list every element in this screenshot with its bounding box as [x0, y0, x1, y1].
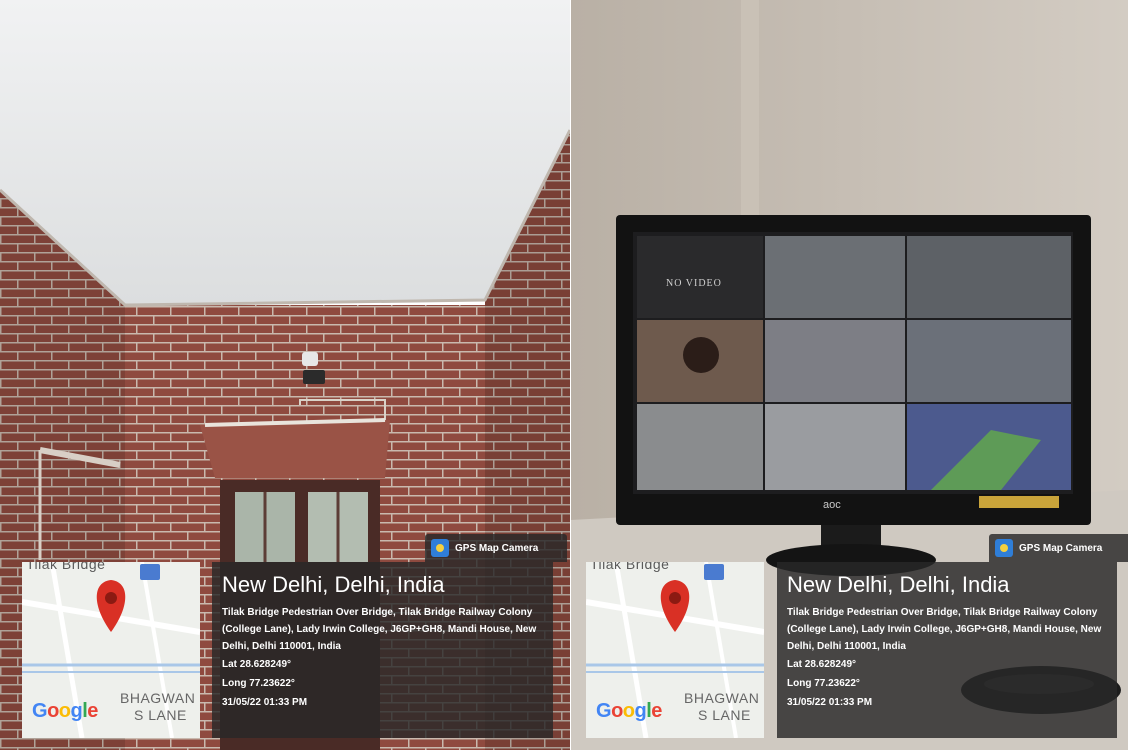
map-place-label-2: S LANE: [698, 707, 751, 723]
location-info-box: New Delhi, Delhi, India Tilak Bridge Ped…: [777, 562, 1117, 738]
google-letter: o: [622, 700, 635, 722]
gps-badge: GPS Map Camera: [425, 534, 567, 562]
google-logo: Google: [596, 700, 662, 723]
map-place-label-1: BHAGWAN: [684, 690, 760, 706]
google-letter: o: [611, 700, 623, 722]
google-letter: G: [596, 700, 612, 722]
camera-app-icon: [995, 539, 1013, 557]
camera-app-icon: [431, 539, 449, 557]
longitude-text: Long 77.23622°: [222, 678, 295, 689]
google-letter: o: [58, 700, 71, 722]
datetime-text: 31/05/22 01:33 PM: [222, 697, 308, 708]
map-thumbnail: Tilak Bridge BHAGWAN S LANE Google: [22, 562, 200, 738]
google-letter: o: [47, 700, 59, 722]
map-top-label: Tilak Bridge: [590, 562, 670, 572]
gps-badge-label: GPS Map Camera: [1019, 542, 1103, 554]
google-letter: G: [32, 700, 48, 722]
datetime-text: 31/05/22 01:33 PM: [787, 697, 873, 708]
address-text: Tilak Bridge Pedestrian Over Bridge, Til…: [222, 607, 537, 652]
google-letter: g: [634, 700, 647, 722]
left-photo-panel: GPS Map Camera Tilak Bridge BHAGWAN S LA…: [0, 0, 570, 750]
location-info-box: New Delhi, Delhi, India Tilak Bridge Ped…: [212, 562, 553, 738]
map-top-label: Tilak Bridge: [26, 562, 106, 572]
latitude-text: Lat 28.628249°: [222, 659, 292, 670]
google-letter: e: [651, 700, 662, 722]
map-place-label-1: BHAGWAN: [120, 690, 196, 706]
address-text: Tilak Bridge Pedestrian Over Bridge, Til…: [787, 607, 1102, 652]
gps-badge-label: GPS Map Camera: [455, 542, 539, 554]
city-title: New Delhi, Delhi, India: [222, 572, 445, 597]
no-video-label: NO VIDEO: [666, 278, 722, 289]
gps-badge: GPS Map Camera: [989, 534, 1128, 562]
right-photo-panel: NO VIDEO aoc GPS Map Camera Tilak Bridge…: [571, 0, 1128, 750]
google-letter: g: [70, 700, 83, 722]
monitor-brand: aoc: [823, 499, 841, 511]
city-title: New Delhi, Delhi, India: [787, 572, 1010, 597]
google-letter: e: [87, 700, 98, 722]
map-thumbnail: Tilak Bridge BHAGWAN S LANE Google: [586, 562, 764, 738]
latitude-text: Lat 28.628249°: [787, 659, 857, 670]
google-logo: Google: [32, 700, 98, 723]
map-place-label-2: S LANE: [134, 707, 187, 723]
longitude-text: Long 77.23622°: [787, 678, 860, 689]
